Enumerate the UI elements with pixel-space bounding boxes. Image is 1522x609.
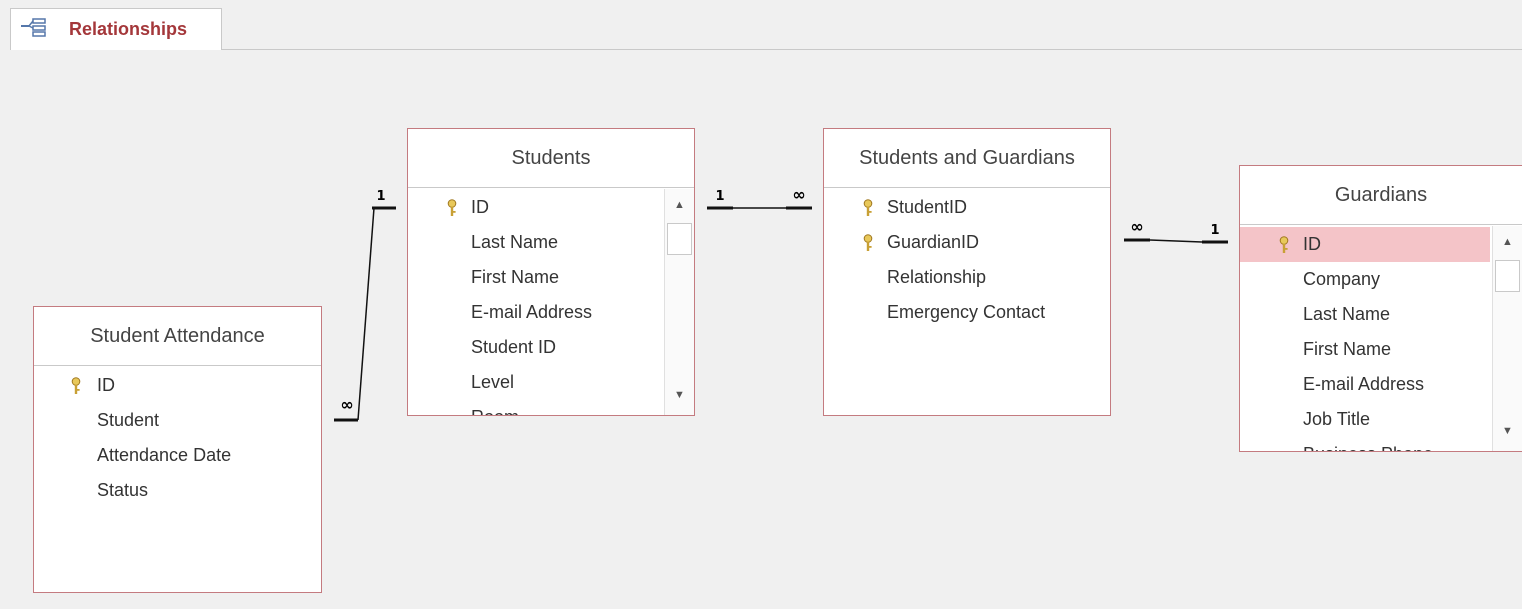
field-row[interactable]: Room (408, 400, 694, 415)
field-row[interactable]: E-mail Address (1240, 367, 1522, 402)
field-name: Business Phone (1303, 437, 1433, 451)
field-name: Last Name (1303, 304, 1391, 324)
field-row[interactable]: Emergency Contact (824, 295, 1110, 330)
primary-key-icon (863, 234, 873, 251)
field-row[interactable]: ID (408, 190, 694, 225)
table-student-attendance[interactable]: Student Attendance ID Student Attendance… (33, 306, 322, 593)
primary-key-icon (1279, 236, 1289, 253)
field-list: ID Student Attendance Date Status (34, 366, 321, 508)
field-name: Relationship (887, 267, 987, 287)
table-title[interactable]: Students (408, 129, 694, 188)
table-title[interactable]: Guardians (1240, 166, 1522, 225)
field-name: E-mail Address (1303, 374, 1425, 394)
field-row[interactable]: Last Name (408, 225, 694, 260)
field-name: Status (97, 480, 149, 500)
field-name: First Name (471, 267, 560, 287)
field-name: Job Title (1303, 409, 1371, 429)
scroll-up-icon[interactable]: ▲ (1493, 228, 1522, 256)
tab-divider (222, 49, 1522, 50)
field-name: GuardianID (887, 232, 980, 252)
field-row[interactable]: First Name (408, 260, 694, 295)
scroll-thumb[interactable] (1495, 260, 1520, 292)
scroll-down-icon[interactable]: ▼ (1493, 417, 1522, 445)
field-name: ID (97, 375, 115, 395)
field-name: ID (471, 197, 489, 217)
table-title[interactable]: Student Attendance (34, 307, 321, 366)
field-name: Room (471, 400, 519, 415)
field-row[interactable]: Relationship (824, 260, 1110, 295)
relationships-icon (21, 18, 46, 37)
table-title[interactable]: Students and Guardians (824, 129, 1110, 188)
primary-key-icon (71, 377, 81, 394)
field-row[interactable]: Status (34, 473, 321, 508)
field-row[interactable]: Level (408, 365, 694, 400)
tab-label: Relationships (69, 19, 188, 39)
field-row[interactable]: Last Name (1240, 297, 1522, 332)
field-name: Student ID (471, 337, 557, 357)
field-row[interactable]: ID (34, 368, 321, 403)
field-list: ID Company Last Name First Name E-mail A… (1240, 225, 1522, 451)
field-name: Emergency Contact (887, 302, 1046, 322)
field-name: First Name (1303, 339, 1392, 359)
tab-relationships[interactable]: Relationships (10, 8, 222, 50)
field-name: E-mail Address (471, 302, 593, 322)
field-name: Level (471, 372, 515, 392)
field-name: Attendance Date (97, 445, 232, 465)
field-row-selected[interactable]: ID (1240, 227, 1490, 262)
table-students[interactable]: Students ID Last Name First Name E-mail … (407, 128, 695, 416)
field-row[interactable]: Business Phone (1240, 437, 1522, 451)
field-list: StudentID GuardianID Relationship Emerge… (824, 188, 1110, 330)
field-row[interactable]: First Name (1240, 332, 1522, 367)
field-name: Student (97, 410, 160, 430)
field-row[interactable]: Job Title (1240, 402, 1522, 437)
primary-key-icon (863, 199, 873, 216)
field-row[interactable]: GuardianID (824, 225, 1110, 260)
primary-key-icon (447, 199, 457, 216)
field-row[interactable]: StudentID (824, 190, 1110, 225)
field-row[interactable]: Company (1240, 262, 1522, 297)
scroll-thumb[interactable] (667, 223, 692, 255)
field-row[interactable]: Attendance Date (34, 438, 321, 473)
document-tab-bar: Relationships (0, 0, 1522, 52)
field-row[interactable]: Student (34, 403, 321, 438)
scroll-up-icon[interactable]: ▲ (665, 191, 694, 219)
field-name: Last Name (471, 232, 559, 252)
field-name: ID (1303, 234, 1321, 254)
field-list: ID Last Name First Name E-mail Address S… (408, 188, 694, 415)
vertical-scrollbar[interactable]: ▲ ▼ (664, 189, 694, 415)
scroll-down-icon[interactable]: ▼ (665, 381, 694, 409)
field-name: StudentID (887, 197, 968, 217)
table-guardians[interactable]: Guardians ID Company Last Name First Nam… (1239, 165, 1522, 452)
field-row[interactable]: Student ID (408, 330, 694, 365)
field-row[interactable]: E-mail Address (408, 295, 694, 330)
field-name: Company (1303, 269, 1381, 289)
vertical-scrollbar[interactable]: ▲ ▼ (1492, 226, 1522, 451)
table-students-and-guardians[interactable]: Students and Guardians StudentID Guardia… (823, 128, 1111, 416)
